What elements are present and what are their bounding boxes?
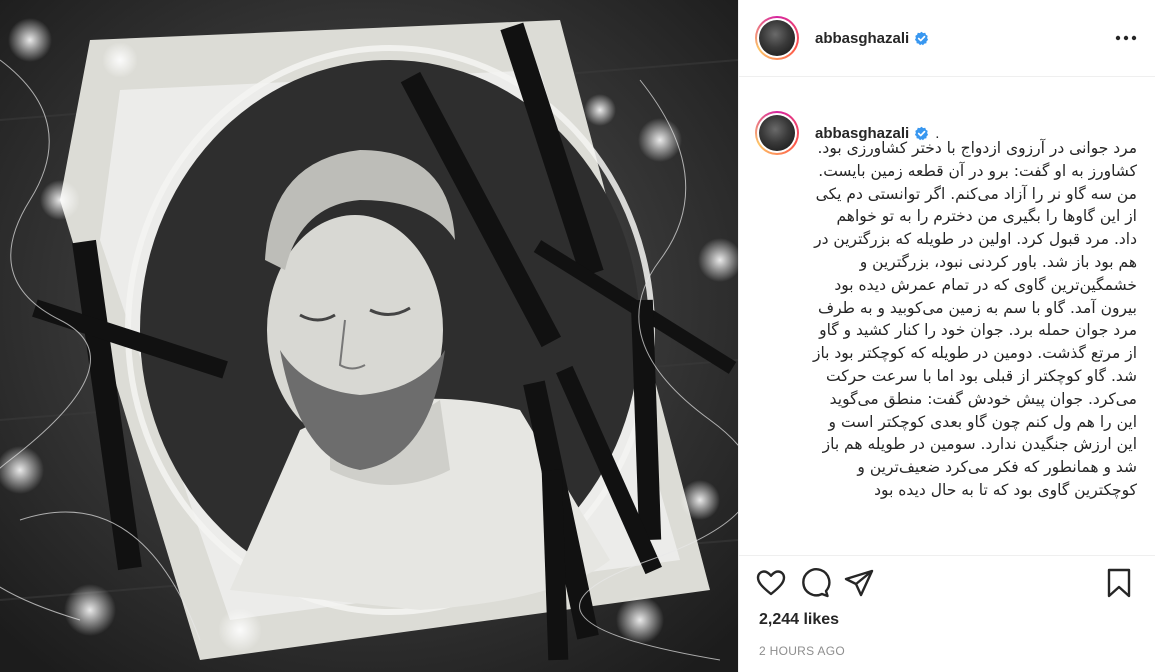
instagram-post: abbasghazali abbasghazali . مرد جوانی در…	[0, 0, 1155, 672]
caption-area: abbasghazali . مرد جوانی در آرزوی ازدواج…	[739, 77, 1155, 555]
paper-plane-icon[interactable]	[843, 567, 875, 599]
heart-icon[interactable]	[755, 567, 787, 599]
comment-icon[interactable]	[799, 567, 831, 599]
post-header: abbasghazali	[739, 0, 1155, 77]
post-timestamp[interactable]: 2 HOURS AGO	[759, 644, 845, 658]
profile-avatar[interactable]	[755, 16, 799, 60]
avatar-image	[759, 20, 795, 56]
pencil-drawing-image	[0, 0, 738, 672]
likes-count[interactable]: 2,244 likes	[759, 611, 839, 629]
post-actions: 2,244 likes 2 HOURS AGO	[739, 555, 1155, 672]
caption-text: مرد جوانی در آرزوی ازدواج با دختر کشاورز…	[812, 139, 1137, 499]
verified-badge-icon	[915, 31, 929, 45]
caption-avatar[interactable]	[755, 111, 799, 155]
post-image[interactable]	[0, 0, 738, 672]
username-link[interactable]: abbasghazali	[815, 30, 909, 47]
post-sidebar: abbasghazali abbasghazali . مرد جوانی در…	[738, 0, 1155, 672]
more-options-icon[interactable]	[1113, 28, 1139, 48]
bookmark-icon[interactable]	[1103, 567, 1135, 599]
avatar-image	[759, 115, 795, 151]
